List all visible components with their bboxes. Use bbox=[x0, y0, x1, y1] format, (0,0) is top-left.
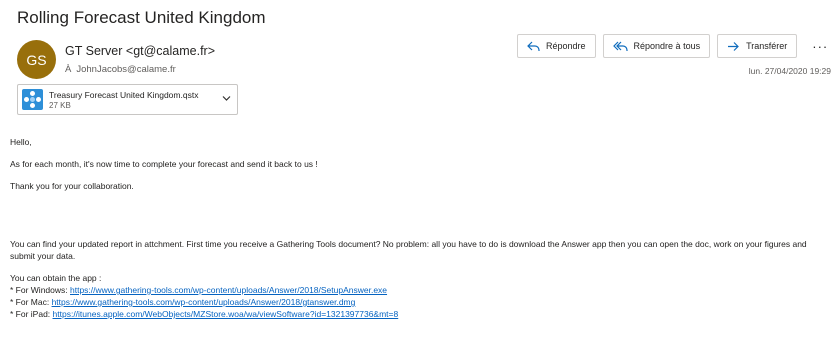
reply-all-label: Répondre à tous bbox=[633, 41, 701, 51]
forward-icon bbox=[728, 41, 739, 51]
mac-label: * For Mac: bbox=[10, 297, 52, 307]
forward-button[interactable]: Transférer bbox=[717, 34, 798, 58]
mac-download-link[interactable]: https://www.gathering-tools.com/wp-conte… bbox=[52, 297, 356, 307]
message-body: Hello, As for each month, it's now time … bbox=[10, 136, 832, 320]
greeting-text: Hello, bbox=[10, 137, 32, 147]
sent-date: lun. 27/04/2020 19:29 bbox=[748, 66, 831, 76]
reply-button[interactable]: Répondre bbox=[517, 34, 596, 58]
reply-label: Répondre bbox=[546, 41, 586, 51]
sender-name[interactable]: GT Server <gt@calame.fr> bbox=[65, 44, 215, 58]
chevron-down-icon[interactable] bbox=[222, 95, 231, 102]
windows-label: * For Windows: bbox=[10, 285, 70, 295]
avatar-initials: GS bbox=[26, 51, 47, 68]
attachment-size: 27 KB bbox=[49, 100, 71, 110]
attachment-name: Treasury Forecast United Kingdom.qstx bbox=[49, 89, 199, 100]
more-actions-button[interactable]: ··· bbox=[807, 34, 833, 58]
ipad-download-link[interactable]: https://itunes.apple.com/WebObjects/MZSt… bbox=[53, 309, 399, 319]
ipad-line: * For iPad: https://itunes.apple.com/Web… bbox=[10, 308, 832, 320]
recipient-line: À JohnJacobs@calame.fr bbox=[65, 64, 176, 75]
recipient-address[interactable]: JohnJacobs@calame.fr bbox=[76, 64, 175, 75]
answer-app-icon bbox=[22, 89, 43, 110]
reply-all-button[interactable]: Répondre à tous bbox=[602, 34, 711, 58]
to-label: À bbox=[65, 64, 72, 75]
mac-line: * For Mac: https://www.gathering-tools.c… bbox=[10, 296, 832, 308]
body-line-1: As for each month, it's now time to comp… bbox=[10, 159, 318, 169]
windows-download-link[interactable]: https://www.gathering-tools.com/wp-conte… bbox=[70, 285, 387, 295]
body-paragraph: You can find your updated report in attc… bbox=[10, 239, 807, 261]
reply-all-icon bbox=[612, 41, 628, 51]
windows-line: * For Windows: https://www.gathering-too… bbox=[10, 284, 832, 296]
message-actions: Répondre Répondre à tous Transférer ··· bbox=[517, 34, 833, 58]
reply-icon bbox=[527, 41, 540, 51]
forward-label: Transférer bbox=[746, 41, 788, 51]
email-subject: Rolling Forecast United Kingdom bbox=[17, 8, 266, 27]
obtain-app-text: You can obtain the app : bbox=[10, 273, 102, 283]
ipad-label: * For iPad: bbox=[10, 309, 53, 319]
avatar[interactable]: GS bbox=[17, 40, 56, 79]
body-line-2: Thank you for your collaboration. bbox=[10, 181, 134, 191]
attachment-card[interactable]: Treasury Forecast United Kingdom.qstx 27… bbox=[17, 84, 238, 115]
